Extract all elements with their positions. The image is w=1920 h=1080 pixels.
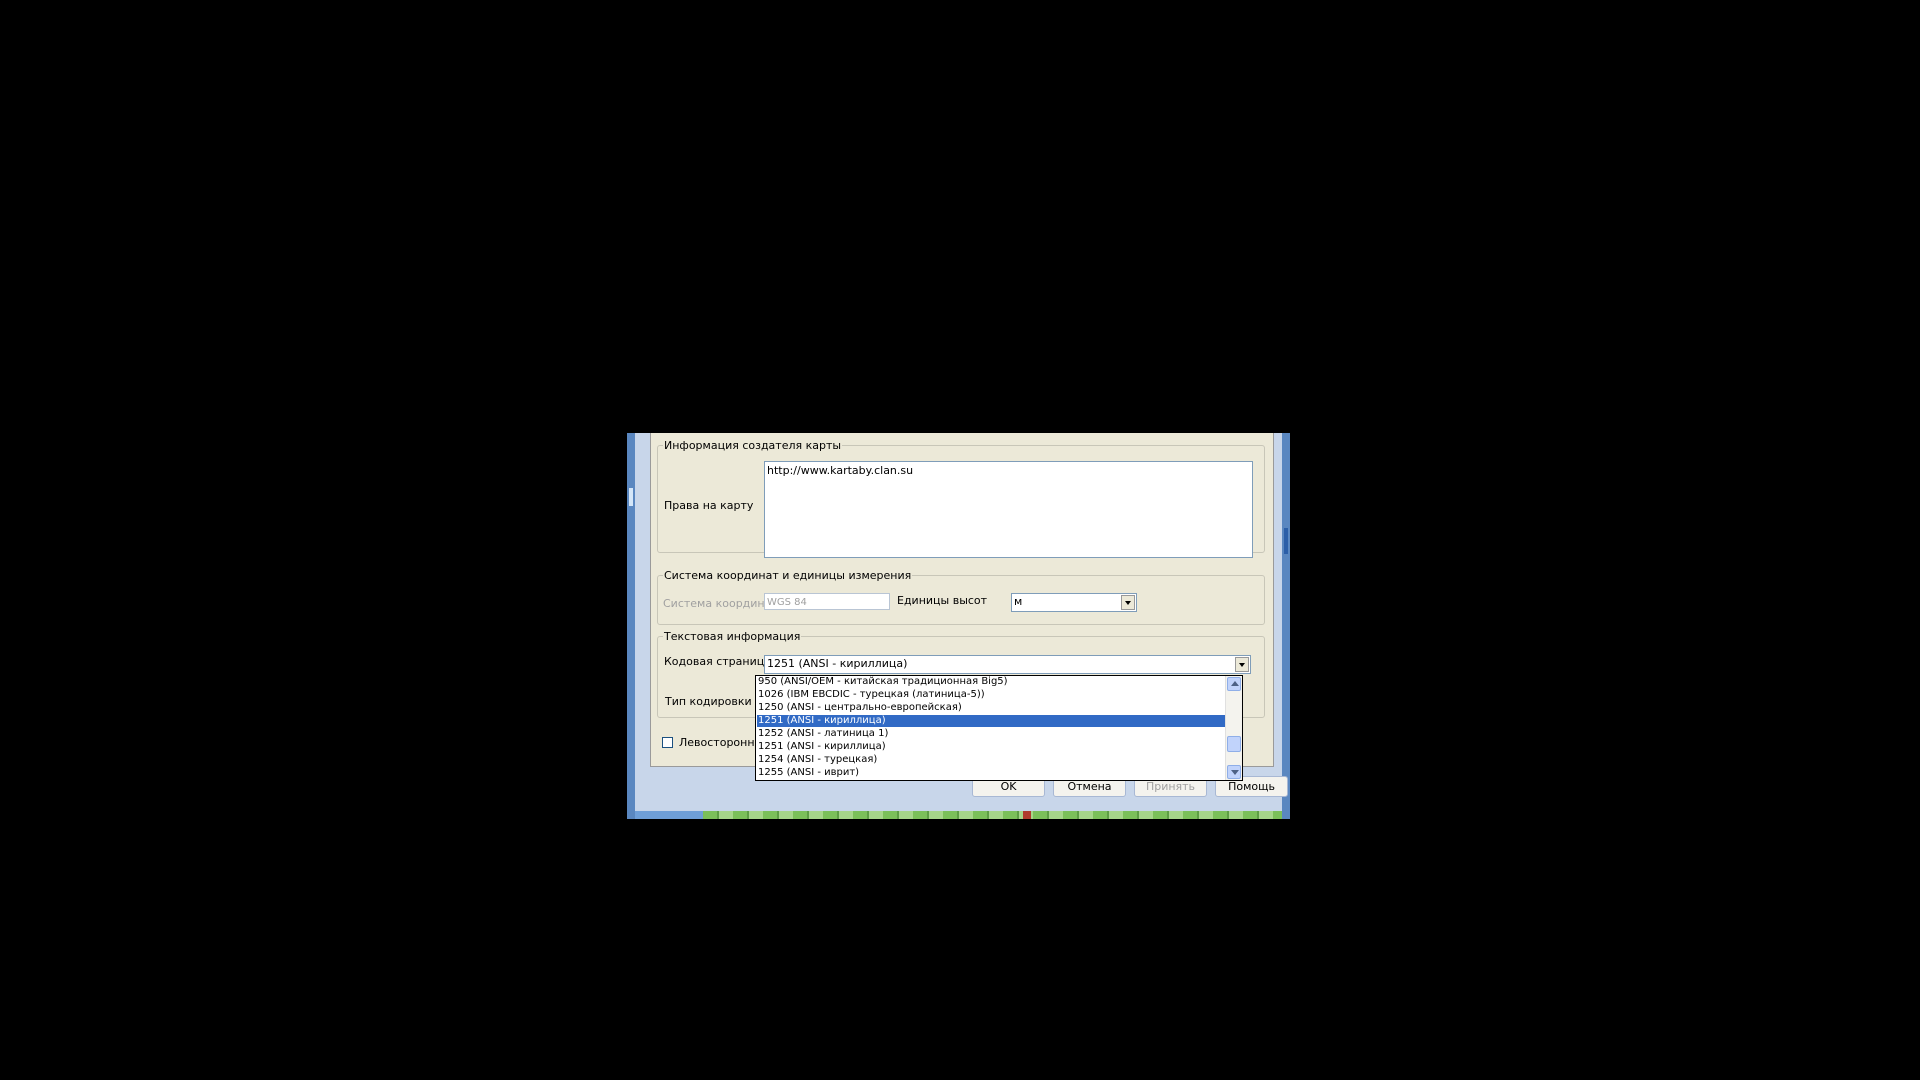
window-frame-right [1282, 433, 1290, 819]
height-units-value: м [1014, 595, 1023, 608]
copyright-label: Права на карту [664, 499, 754, 512]
codepage-option[interactable]: 950 (ANSI/OEM - китайская традиционная B… [757, 676, 1228, 688]
chevron-down-icon [1239, 663, 1245, 667]
copyright-value: http://www.kartaby.clan.su [767, 464, 914, 477]
text-info-group-title: Текстовая информация [663, 630, 802, 643]
map-background [703, 811, 1290, 819]
scroll-down-button[interactable] [1227, 765, 1241, 779]
chevron-down-icon [1231, 770, 1239, 775]
codepage-option[interactable]: 1252 (ANSI - латиница 1) [757, 728, 1228, 740]
codepage-value: 1251 (ANSI - кириллица) [767, 657, 908, 670]
scroll-thumb[interactable] [1227, 736, 1241, 752]
codepage-option-selected[interactable]: 1251 (ANSI - кириллица) [757, 715, 1228, 727]
codepage-option[interactable]: 1026 (IBM EBCDIC - турецкая (латиница-5)… [757, 689, 1228, 701]
coords-group-title: Система координат и единицы измерения [663, 569, 913, 582]
height-units-dropdown-button[interactable] [1121, 595, 1135, 610]
dialog-screenshot: Информация создателя карты Права на карт… [627, 433, 1290, 819]
codepage-option[interactable]: 1250 (ANSI - центрально-европейская) [757, 702, 1228, 714]
codepage-option[interactable]: 1254 (ANSI - турецкая) [757, 754, 1228, 766]
codepage-dropdown-button[interactable] [1235, 657, 1249, 672]
chevron-down-icon [1125, 601, 1131, 605]
codepage-option[interactable]: 1251 (ANSI - кириллица) [757, 741, 1228, 753]
window-frame-left [627, 433, 635, 819]
codepage-label: Кодовая страница [664, 655, 771, 668]
height-units-label: Единицы высот [897, 594, 988, 607]
map-feature [1023, 811, 1031, 819]
chevron-up-icon [1231, 681, 1239, 686]
dropdown-scrollbar[interactable] [1225, 676, 1242, 780]
left-traffic-checkbox[interactable] [662, 737, 673, 748]
creator-info-group-title: Информация создателя карты [663, 439, 843, 452]
frame-highlight [1284, 528, 1288, 554]
frame-highlight [629, 488, 633, 506]
codepage-dropdown-list[interactable]: 950 (ANSI/OEM - китайская традиционная B… [755, 675, 1243, 781]
copyright-textarea[interactable]: http://www.kartaby.clan.su [764, 461, 1253, 558]
codepage-option[interactable]: 1255 (ANSI - иврит) [757, 767, 1228, 779]
codepage-select[interactable]: 1251 (ANSI - кириллица) [764, 655, 1251, 674]
coord-system-label: Система координат [663, 597, 778, 610]
height-units-select[interactable]: м [1011, 593, 1137, 612]
encoding-type-label: Тип кодировки [665, 695, 752, 708]
coord-system-input: WGS 84 [764, 593, 890, 610]
scroll-up-button[interactable] [1227, 677, 1241, 691]
